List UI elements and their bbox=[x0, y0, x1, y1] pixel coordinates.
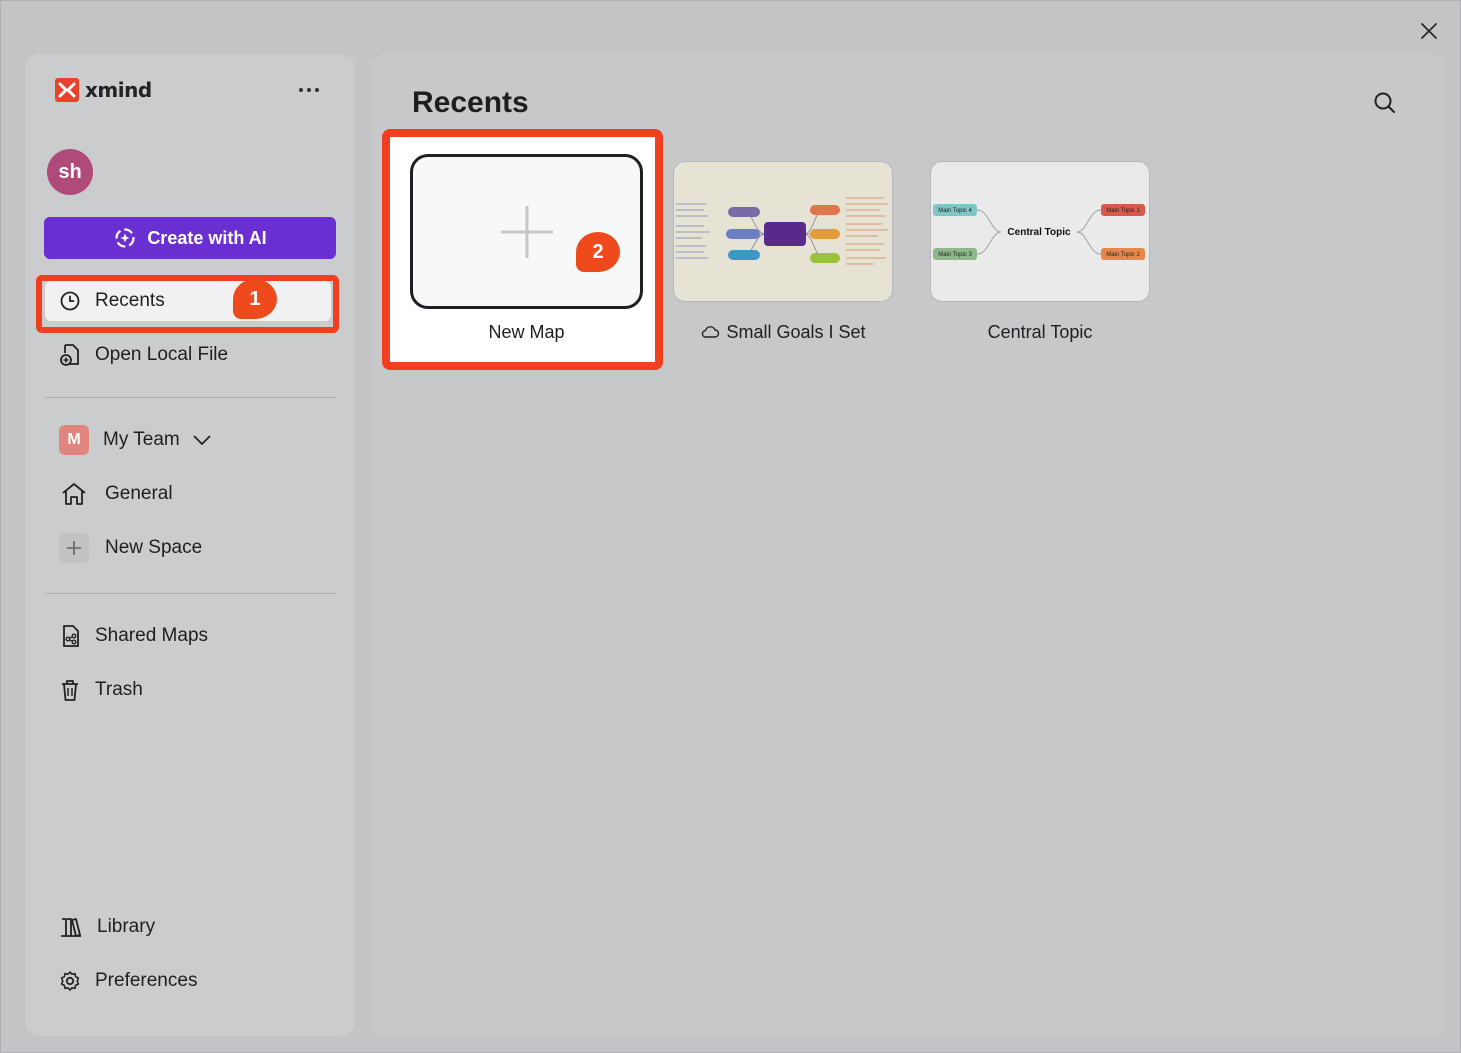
plus-icon bbox=[500, 205, 553, 258]
file-add-icon bbox=[60, 344, 79, 366]
app-logo: xmind bbox=[55, 78, 152, 102]
recent-file-label: Central Topic bbox=[987, 322, 1093, 342]
xmind-logo-icon bbox=[55, 78, 79, 102]
divider bbox=[45, 397, 337, 398]
svg-text:Main Topic 3: Main Topic 3 bbox=[938, 252, 972, 258]
mind-map-preview: Central Topic Main Topic 4 Main Topic 3 … bbox=[933, 204, 1145, 260]
sidebar-item-label: Trash bbox=[95, 679, 143, 700]
central-topic-text: Central Topic bbox=[1007, 227, 1071, 238]
home-icon bbox=[62, 483, 86, 505]
svg-text:Main Topic 2: Main Topic 2 bbox=[1106, 252, 1140, 258]
gear-icon bbox=[60, 971, 80, 991]
sidebar-item-label: Shared Maps bbox=[95, 625, 209, 646]
sidebar-item-library[interactable]: Library bbox=[45, 907, 337, 947]
mind-map-preview bbox=[676, 197, 888, 265]
cloud-icon bbox=[702, 326, 720, 338]
sidebar-item-shared-maps[interactable]: Shared Maps bbox=[45, 616, 337, 656]
divider bbox=[45, 593, 337, 594]
clock-icon bbox=[60, 291, 80, 311]
sidebar-item-label: Preferences bbox=[95, 970, 198, 991]
chevron-down-icon[interactable] bbox=[192, 433, 212, 447]
sidebar-item-preferences[interactable]: Preferences bbox=[45, 961, 337, 1001]
more-icon bbox=[299, 88, 319, 92]
sidebar-item-label: General bbox=[105, 483, 173, 504]
sidebar-item-label: My Team bbox=[103, 429, 180, 450]
recent-file-thumbnail[interactable] bbox=[673, 161, 893, 302]
search-icon bbox=[1374, 92, 1395, 113]
sidebar-item-label: Recents bbox=[95, 290, 165, 311]
sidebar-item-my-team[interactable]: M My Team bbox=[45, 420, 337, 460]
sidebar-item-recents[interactable]: Recents bbox=[45, 281, 331, 321]
main-panel: Recents 2 New Map Small Goals I Set Cent… bbox=[372, 54, 1445, 1036]
create-with-ai-button[interactable]: Create with AI bbox=[44, 217, 336, 259]
sidebar-item-label: Open Local File bbox=[95, 344, 229, 365]
card-label: New Map bbox=[488, 322, 565, 342]
create-with-ai-label: Create with AI bbox=[147, 227, 267, 248]
sidebar-item-open-local-file[interactable]: Open Local File bbox=[45, 335, 337, 375]
sparkle-icon bbox=[115, 228, 135, 248]
library-icon bbox=[61, 918, 81, 937]
team-badge: M bbox=[59, 425, 89, 455]
trash-icon bbox=[62, 680, 78, 701]
sidebar-item-general[interactable]: General bbox=[45, 474, 337, 514]
search-button[interactable] bbox=[1372, 90, 1398, 116]
step-1-badge: 1 bbox=[233, 279, 277, 319]
sidebar-item-new-space[interactable]: New Space bbox=[45, 528, 337, 568]
step-2-badge: 2 bbox=[576, 232, 620, 272]
sidebar: xmind sh Create with AI Recents 1 Open L… bbox=[25, 54, 355, 1036]
app-name: xmind bbox=[85, 78, 152, 102]
sidebar-item-label: New Space bbox=[105, 537, 203, 558]
sidebar-item-label: Library bbox=[97, 916, 156, 937]
app-window: xmind sh Create with AI Recents 1 Open L… bbox=[0, 0, 1461, 1053]
plus-icon bbox=[59, 533, 89, 563]
sidebar-item-trash[interactable]: Trash bbox=[45, 670, 337, 710]
recent-file-thumbnail[interactable]: Central Topic Main Topic 4 Main Topic 3 … bbox=[930, 161, 1150, 302]
more-button[interactable] bbox=[297, 80, 321, 100]
shared-file-icon bbox=[63, 625, 79, 647]
svg-text:Main Topic 1: Main Topic 1 bbox=[1106, 208, 1140, 214]
avatar[interactable]: sh bbox=[47, 149, 93, 195]
recent-file-label: Small Goals I Set bbox=[673, 322, 893, 343]
svg-text:Main Topic 4: Main Topic 4 bbox=[938, 208, 972, 214]
close-button[interactable] bbox=[1415, 17, 1443, 45]
close-icon bbox=[1421, 23, 1437, 39]
page-title: Recents bbox=[412, 86, 529, 119]
